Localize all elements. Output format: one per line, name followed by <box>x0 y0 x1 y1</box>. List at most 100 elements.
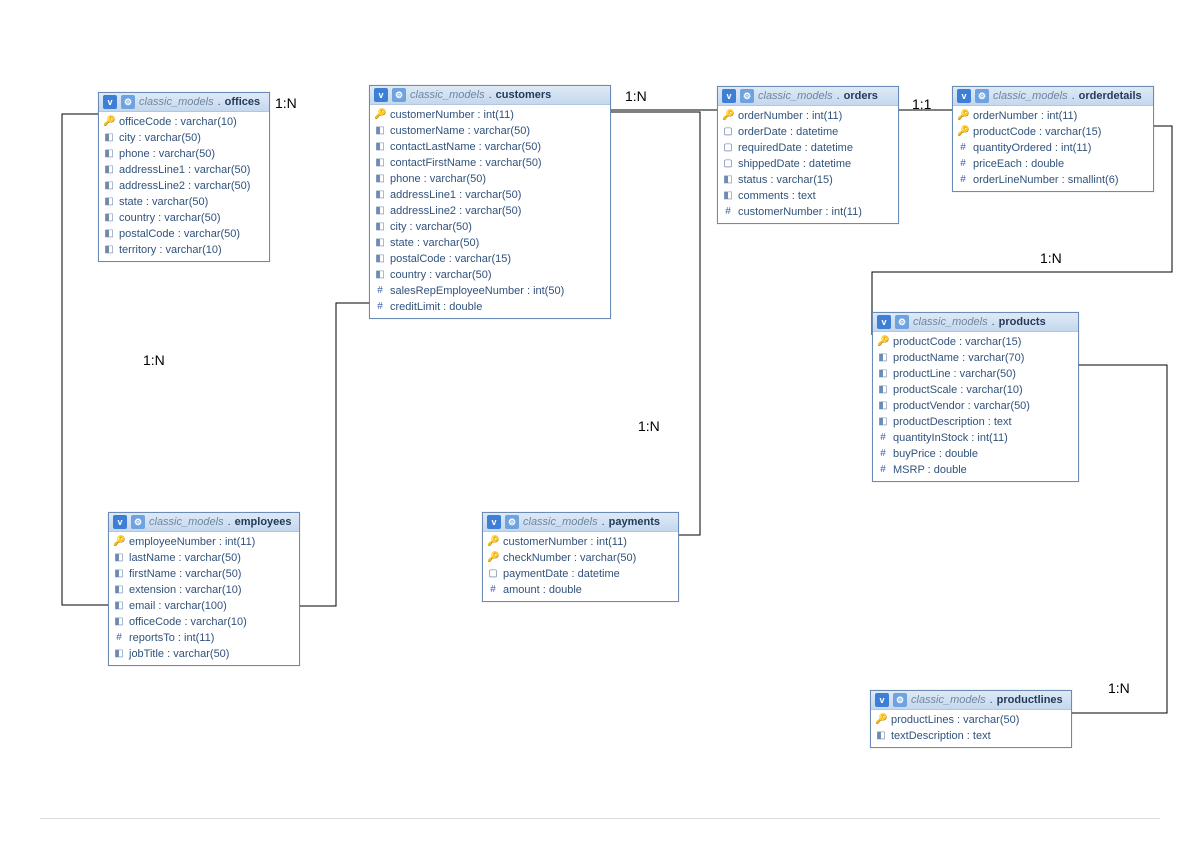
column-row[interactable]: ◧productVendor : varchar(50) <box>877 398 1074 414</box>
columns-list: 🔑productCode : varchar(15)◧productName :… <box>873 332 1078 481</box>
column-row[interactable]: 🔑productLines : varchar(50) <box>875 712 1067 728</box>
table-orderdetails[interactable]: v⚙classic_models.orderdetails 🔑orderNumbe… <box>952 86 1154 192</box>
column-row[interactable]: 🔑employeeNumber : int(11) <box>113 534 295 550</box>
column-row[interactable]: #quantityOrdered : int(11) <box>957 140 1149 156</box>
column-row[interactable]: ◧state : varchar(50) <box>374 235 606 251</box>
column-text: customerNumber : int(11) <box>738 204 862 220</box>
text-icon: ◧ <box>103 162 115 178</box>
column-row[interactable]: ◧productName : varchar(70) <box>877 350 1074 366</box>
text-icon: ◧ <box>113 566 125 582</box>
column-row[interactable]: ▢paymentDate : datetime <box>487 566 674 582</box>
table-payments[interactable]: v⚙classic_models.payments 🔑customerNumber… <box>482 512 679 602</box>
column-row[interactable]: ▢requiredDate : datetime <box>722 140 894 156</box>
column-row[interactable]: 🔑customerNumber : int(11) <box>487 534 674 550</box>
column-row[interactable]: 🔑productCode : varchar(15) <box>877 334 1074 350</box>
table-orders[interactable]: v⚙classic_models.orders🔑orderNumber : in… <box>717 86 899 224</box>
column-row[interactable]: #reportsTo : int(11) <box>113 630 295 646</box>
column-row[interactable]: ◧addressLine2 : varchar(50) <box>103 178 265 194</box>
text-icon: ◧ <box>103 210 115 226</box>
column-row[interactable]: #buyPrice : double <box>877 446 1074 462</box>
text-icon: ◧ <box>374 267 386 283</box>
column-row[interactable]: ◧territory : varchar(10) <box>103 242 265 258</box>
column-row[interactable]: ▢orderDate : datetime <box>722 124 894 140</box>
column-text: productScale : varchar(10) <box>893 382 1023 398</box>
column-row[interactable]: ◧productDescription : text <box>877 414 1074 430</box>
column-row[interactable]: ◧country : varchar(50) <box>374 267 606 283</box>
text-icon: ◧ <box>113 598 125 614</box>
key-icon: 🔑 <box>103 114 115 130</box>
column-row[interactable]: ◧postalCode : varchar(50) <box>103 226 265 242</box>
table-productlines[interactable]: v⚙classic_models.productlines 🔑productLin… <box>870 690 1072 748</box>
table-header-customers[interactable]: v⚙classic_models.customers <box>370 86 610 105</box>
column-row[interactable]: ◧addressLine1 : varchar(50) <box>374 187 606 203</box>
column-row[interactable]: ◧city : varchar(50) <box>103 130 265 146</box>
column-row[interactable]: ◧productLine : varchar(50) <box>877 366 1074 382</box>
column-row[interactable]: 🔑productCode : varchar(15) <box>957 124 1149 140</box>
column-row[interactable]: ◧textDescription : text <box>875 728 1067 744</box>
column-row[interactable]: 🔑officeCode : varchar(10) <box>103 114 265 130</box>
column-row[interactable]: ◧customerName : varchar(50) <box>374 123 606 139</box>
table-header-payments[interactable]: v⚙classic_models.payments <box>483 513 678 532</box>
column-row[interactable]: ◧city : varchar(50) <box>374 219 606 235</box>
footer-divider <box>40 818 1160 819</box>
column-row[interactable]: ◧postalCode : varchar(15) <box>374 251 606 267</box>
column-row[interactable]: ◧addressLine1 : varchar(50) <box>103 162 265 178</box>
table-header-orderdetails[interactable]: v⚙classic_models.orderdetails <box>953 87 1153 106</box>
column-row[interactable]: ◧contactFirstName : varchar(50) <box>374 155 606 171</box>
column-row[interactable]: ◧email : varchar(100) <box>113 598 295 614</box>
column-text: state : varchar(50) <box>390 235 479 251</box>
column-row[interactable]: 🔑orderNumber : int(11) <box>957 108 1149 124</box>
schema-name: classic_models <box>410 89 485 101</box>
column-row[interactable]: ◧status : varchar(15) <box>722 172 894 188</box>
column-row[interactable]: #MSRP : double <box>877 462 1074 478</box>
column-row[interactable]: 🔑checkNumber : varchar(50) <box>487 550 674 566</box>
column-row[interactable]: ◧state : varchar(50) <box>103 194 265 210</box>
column-row[interactable]: ◧firstName : varchar(50) <box>113 566 295 582</box>
view-icon: v <box>957 89 971 103</box>
column-text: productLine : varchar(50) <box>893 366 1016 382</box>
column-text: reportsTo : int(11) <box>129 630 214 646</box>
column-text: country : varchar(50) <box>390 267 491 283</box>
column-row[interactable]: ◧jobTitle : varchar(50) <box>113 646 295 662</box>
column-row[interactable]: ▢shippedDate : datetime <box>722 156 894 172</box>
column-row[interactable]: #salesRepEmployeeNumber : int(50) <box>374 283 606 299</box>
table-employees[interactable]: v⚙classic_models.employees 🔑employeeNumbe… <box>108 512 300 666</box>
table-header-products[interactable]: v⚙classic_models.products <box>873 313 1078 332</box>
column-row[interactable]: #amount : double <box>487 582 674 598</box>
table-header-orders[interactable]: v⚙classic_models.orders <box>718 87 898 106</box>
column-row[interactable]: #orderLineNumber : smallint(6) <box>957 172 1149 188</box>
column-row[interactable]: #priceEach : double <box>957 156 1149 172</box>
column-row[interactable]: ◧contactLastName : varchar(50) <box>374 139 606 155</box>
column-text: shippedDate : datetime <box>738 156 851 172</box>
column-row[interactable]: #quantityInStock : int(11) <box>877 430 1074 446</box>
column-row[interactable]: ◧addressLine2 : varchar(50) <box>374 203 606 219</box>
column-row[interactable]: ◧country : varchar(50) <box>103 210 265 226</box>
column-row[interactable]: ◧phone : varchar(50) <box>374 171 606 187</box>
column-row[interactable]: ◧comments : text <box>722 188 894 204</box>
column-row[interactable]: ◧phone : varchar(50) <box>103 146 265 162</box>
column-row[interactable]: ◧productScale : varchar(10) <box>877 382 1074 398</box>
column-text: phone : varchar(50) <box>119 146 215 162</box>
column-row[interactable]: ◧extension : varchar(10) <box>113 582 295 598</box>
table-header-offices[interactable]: v⚙classic_models.offices <box>99 93 269 112</box>
table-header-employees[interactable]: v⚙classic_models.employees <box>109 513 299 532</box>
column-row[interactable]: ◧lastName : varchar(50) <box>113 550 295 566</box>
table-offices[interactable]: v⚙classic_models.offices 🔑officeCode : va… <box>98 92 270 262</box>
column-row[interactable]: #customerNumber : int(11) <box>722 204 894 220</box>
text-icon: ◧ <box>877 366 889 382</box>
table-name-label: customers <box>496 89 552 101</box>
table-header-productlines[interactable]: v⚙classic_models.productlines <box>871 691 1071 710</box>
column-row[interactable]: 🔑orderNumber : int(11) <box>722 108 894 124</box>
table-products[interactable]: v⚙classic_models.products 🔑productCode : … <box>872 312 1079 482</box>
schema-separator: . <box>992 316 995 328</box>
column-row[interactable]: 🔑customerNumber : int(11) <box>374 107 606 123</box>
columns-list: 🔑orderNumber : int(11)▢orderDate : datet… <box>718 106 898 223</box>
table-customers[interactable]: v⚙classic_models.customers 🔑customerNumbe… <box>369 85 611 319</box>
date-icon: ▢ <box>722 156 734 172</box>
column-row[interactable]: #creditLimit : double <box>374 299 606 315</box>
column-text: productName : varchar(70) <box>893 350 1024 366</box>
column-text: orderNumber : int(11) <box>973 108 1077 124</box>
text-icon: ◧ <box>103 242 115 258</box>
gear-icon: ⚙ <box>131 515 145 529</box>
column-row[interactable]: ◧officeCode : varchar(10) <box>113 614 295 630</box>
